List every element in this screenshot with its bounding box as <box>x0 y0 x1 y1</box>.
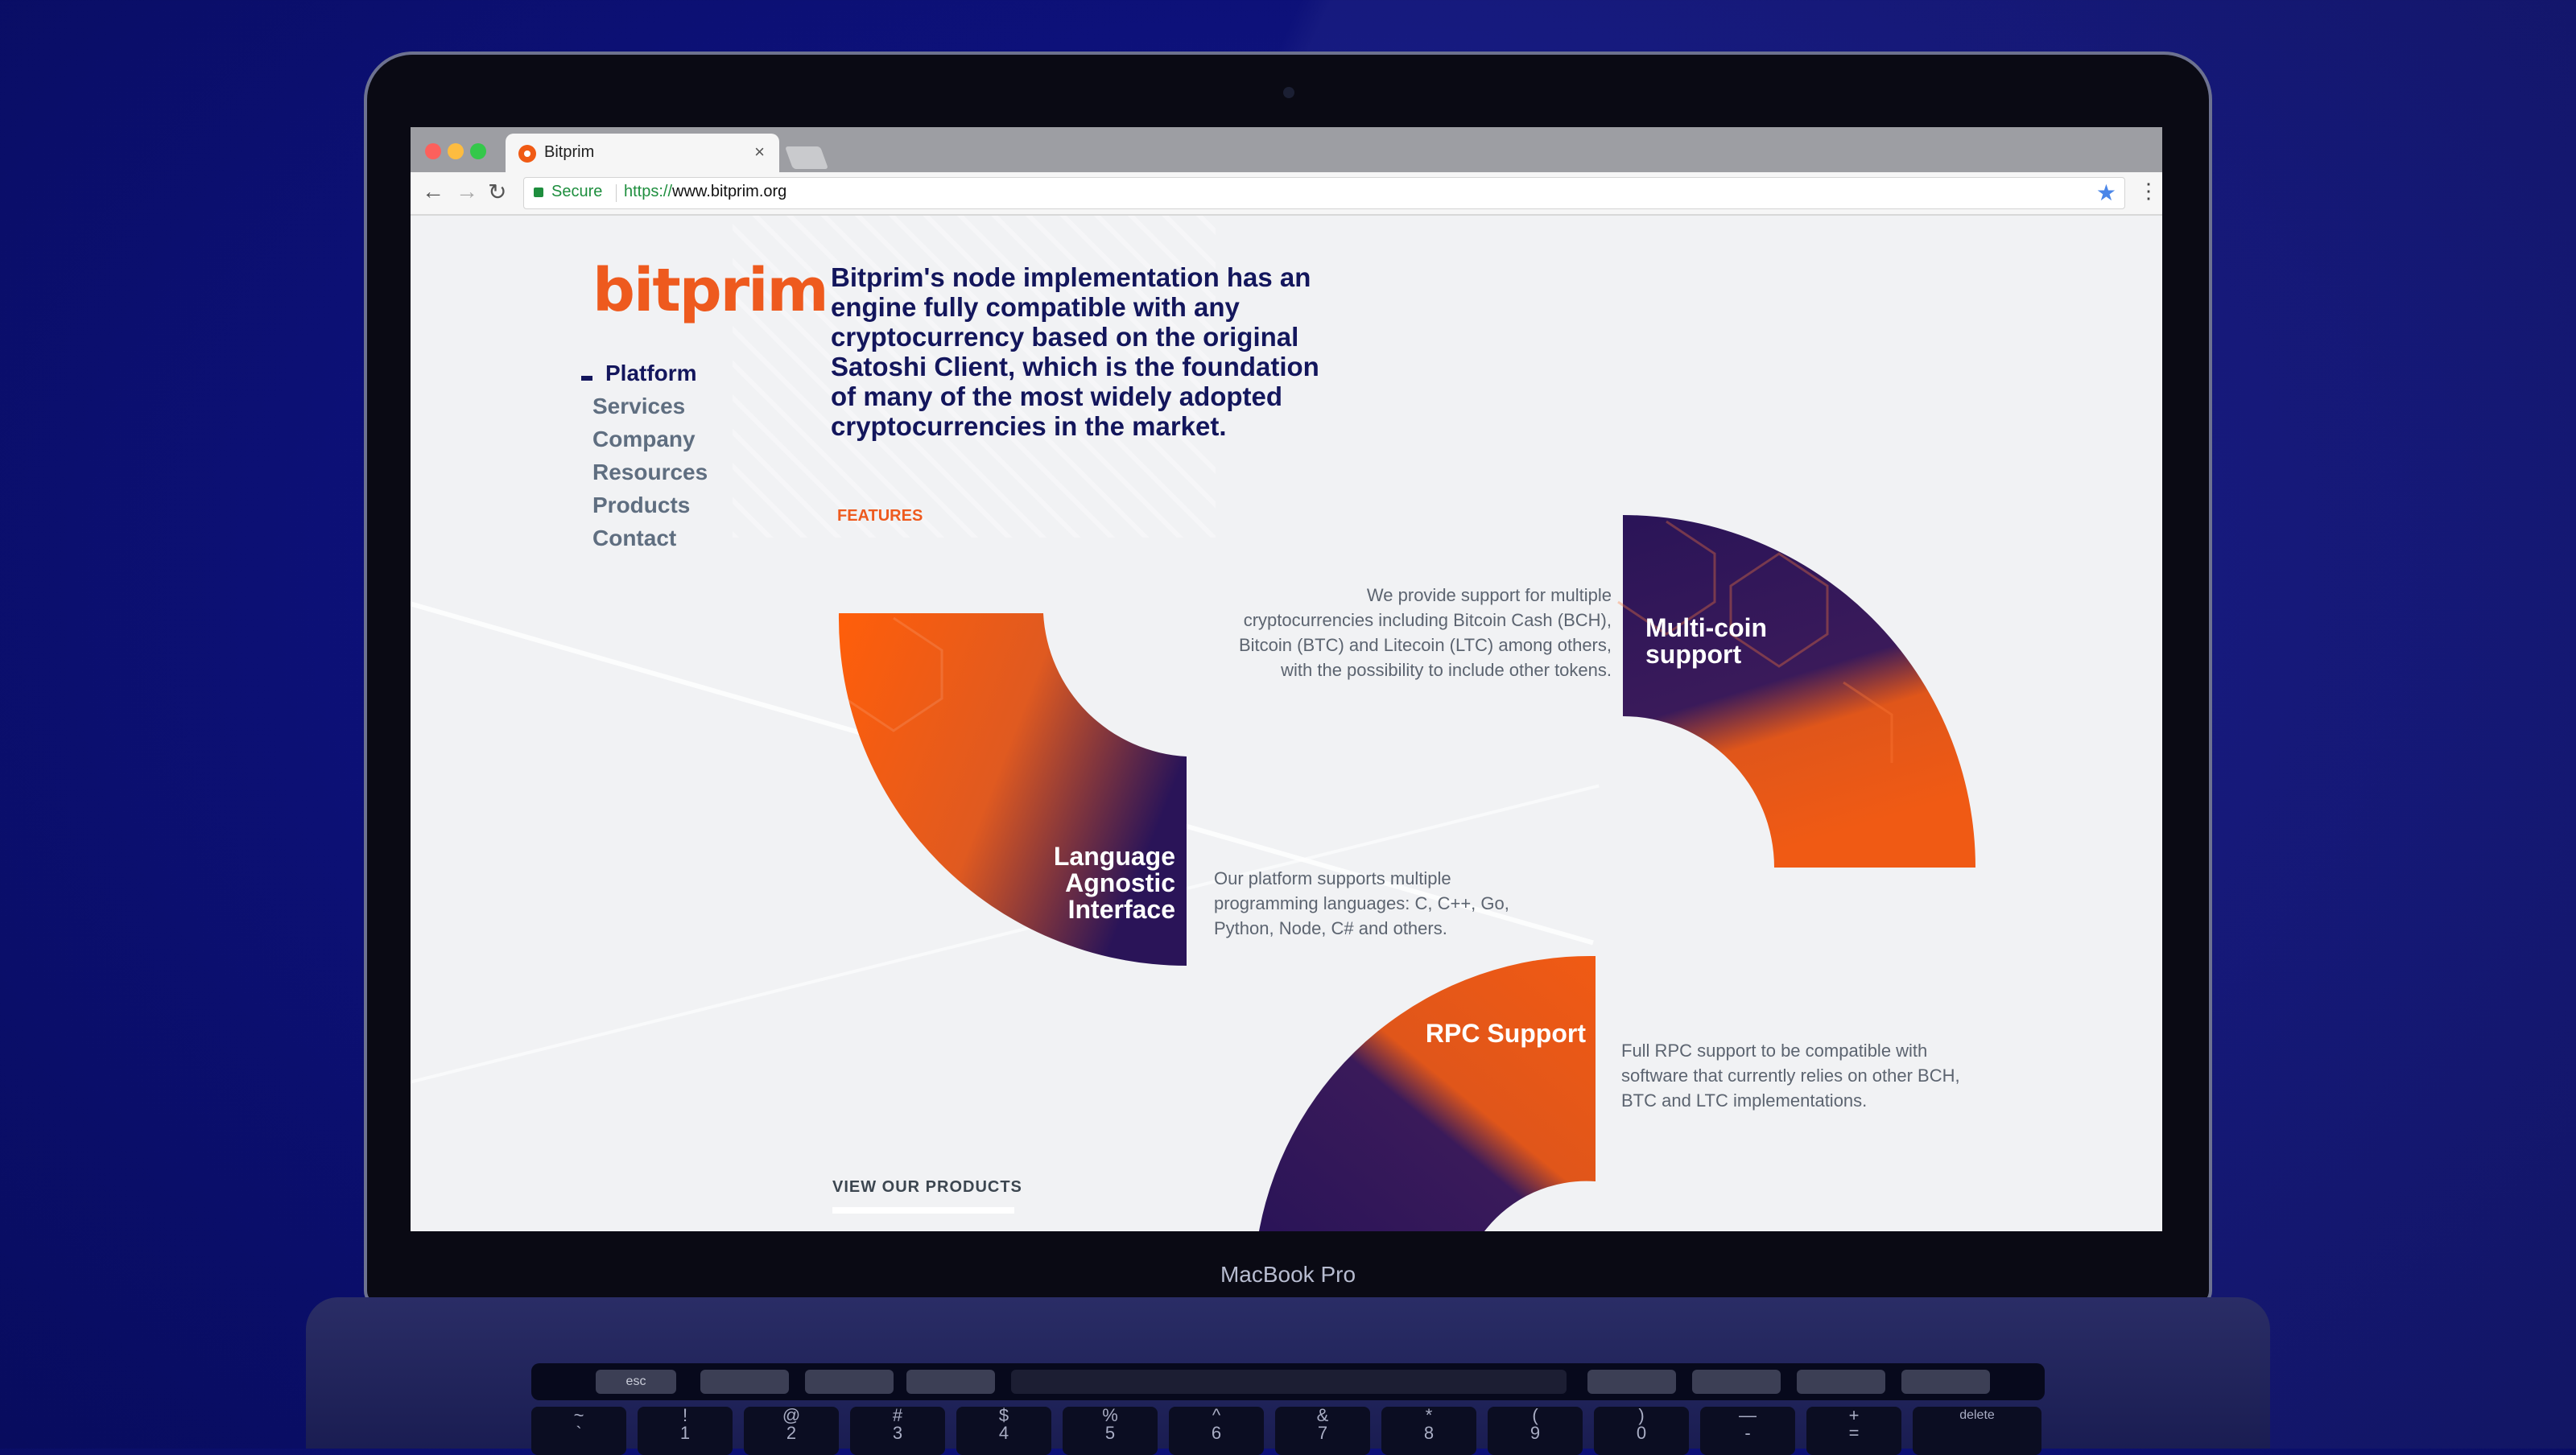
touchbar-key[interactable] <box>805 1370 894 1394</box>
key[interactable]: ! 1 <box>638 1407 733 1455</box>
key-bottom: 7 <box>1317 1423 1328 1443</box>
zoom-window-button[interactable] <box>470 143 486 159</box>
lock-icon <box>534 188 543 197</box>
back-icon[interactable]: ← <box>422 179 444 204</box>
key-bottom: 4 <box>998 1423 1009 1443</box>
key-top: ! <box>682 1405 688 1425</box>
tab-title: Bitprim <box>544 143 595 161</box>
close-window-button[interactable] <box>425 143 441 159</box>
key-top: ) <box>1638 1405 1645 1425</box>
rpc-support-description: Full RPC support to be compatible with s… <box>1621 1041 1960 1111</box>
key[interactable]: * 8 <box>1381 1407 1476 1455</box>
key[interactable]: % 5 <box>1063 1407 1158 1455</box>
favicon-icon <box>518 145 536 163</box>
key-bottom: 2 <box>786 1423 797 1443</box>
number-key-row: ~ ` ! 1 @2 #3 $4 % 5 ^ 6 & 7 * 8 (9 ) 0 — - + = d… <box>531 1407 2045 1455</box>
touchbar-key[interactable] <box>1901 1370 1990 1394</box>
minimize-window-button[interactable] <box>448 143 464 159</box>
key[interactable]: (9 <box>1488 1407 1583 1455</box>
key-bottom: 9 <box>1530 1423 1541 1443</box>
esc-key[interactable]: esc <box>596 1370 676 1394</box>
url-scheme: https:// <box>624 183 673 200</box>
key-top: ( <box>1532 1405 1538 1425</box>
tab-close-icon[interactable]: × <box>754 142 765 163</box>
key-bottom: 3 <box>892 1423 903 1443</box>
language-agnostic-title: Language Agnostic Interface <box>1053 842 1175 924</box>
forward-icon[interactable]: → <box>456 179 478 204</box>
key[interactable]: ~ ` <box>531 1407 626 1455</box>
key[interactable]: ) 0 <box>1594 1407 1689 1455</box>
web-page: bitprim Platform Services Company Resour… <box>411 216 2162 1231</box>
key[interactable]: ^ 6 <box>1169 1407 1264 1455</box>
key[interactable]: #3 <box>850 1407 945 1455</box>
bookmark-star-icon[interactable]: ★ <box>2096 179 2116 206</box>
new-tab-button[interactable] <box>784 146 829 169</box>
key-top: — <box>1739 1405 1757 1425</box>
nav-item-products[interactable]: Products <box>592 493 708 517</box>
key-top: @ <box>782 1405 801 1425</box>
key-bottom: = <box>1848 1423 1860 1443</box>
tab-bar: Bitprim × <box>411 127 2162 172</box>
key-top: # <box>892 1405 903 1425</box>
address-bar[interactable]: Secure https://www.bitprim.org ★ <box>523 177 2125 209</box>
rpc-support-title: RPC Support <box>1425 1019 1586 1048</box>
nav-item-contact[interactable]: Contact <box>592 526 708 550</box>
nav-item-resources[interactable]: Resources <box>592 460 708 484</box>
screen: Bitprim × ← → ↻ Secure https://www.bitpr… <box>411 127 2162 1231</box>
nav-item-platform[interactable]: Platform <box>605 361 708 385</box>
key-bottom: - <box>1744 1423 1751 1443</box>
key-top: $ <box>998 1405 1009 1425</box>
features-label: FEATURES <box>837 507 923 525</box>
touchbar-key[interactable] <box>1797 1370 1885 1394</box>
view-products-link[interactable]: VIEW OUR PRODUCTS <box>832 1178 1022 1197</box>
nav-item-company[interactable]: Company <box>592 427 708 451</box>
key-top: ^ <box>1212 1405 1221 1425</box>
touchbar-key[interactable] <box>700 1370 789 1394</box>
key-bottom: 8 <box>1423 1423 1435 1443</box>
nav-item-services[interactable]: Services <box>592 394 708 418</box>
touchbar-scrubber[interactable] <box>1011 1370 1567 1394</box>
touchbar-key[interactable] <box>1587 1370 1676 1394</box>
delete-key[interactable]: delete <box>1913 1407 2041 1455</box>
secure-label: Secure <box>551 183 603 200</box>
view-products-underline <box>832 1207 1014 1214</box>
reload-icon[interactable]: ↻ <box>488 179 506 205</box>
browser-menu-icon[interactable]: ⋮ <box>2138 179 2159 204</box>
browser-tab[interactable]: Bitprim × <box>506 134 779 172</box>
rpc-support-graphic <box>1259 955 1596 1231</box>
main-nav: Platform Services Company Resources Prod… <box>592 361 708 559</box>
page-headline: Bitprim's node implementation has an eng… <box>831 262 1319 441</box>
multi-coin-title: Multi-coin support <box>1645 613 1768 669</box>
device-label: MacBook Pro <box>1220 1262 1356 1287</box>
multi-coin-description: We provide support for multiple cryptocu… <box>1239 585 1612 680</box>
key-top: + <box>1848 1405 1860 1425</box>
key-bottom: 5 <box>1104 1423 1116 1443</box>
bitprim-logo[interactable]: bitprim <box>592 256 829 325</box>
touchbar-key[interactable] <box>906 1370 995 1394</box>
key-top: & <box>1316 1405 1329 1425</box>
key[interactable]: & 7 <box>1275 1407 1370 1455</box>
key-top: ~ <box>573 1405 584 1425</box>
language-agnostic-description: Our platform supports multiple programmi… <box>1214 868 1509 938</box>
key[interactable]: $4 <box>956 1407 1051 1455</box>
key[interactable]: — - <box>1700 1407 1795 1455</box>
key-bottom: delete <box>1959 1408 1995 1422</box>
key-bottom: ` <box>576 1423 582 1443</box>
key[interactable]: + = <box>1806 1407 1901 1455</box>
key[interactable]: @2 <box>744 1407 839 1455</box>
browser-toolbar: ← → ↻ Secure https://www.bitprim.org ★ ⋮ <box>411 172 2162 216</box>
url-text[interactable]: https://www.bitprim.org <box>624 183 786 201</box>
camera <box>1283 87 1294 98</box>
key-bottom: 6 <box>1211 1423 1222 1443</box>
active-nav-marker <box>581 376 592 381</box>
touchbar-key[interactable] <box>1692 1370 1781 1394</box>
url-host: www.bitprim.org <box>672 183 787 200</box>
key-top: % <box>1102 1405 1118 1425</box>
address-separator <box>616 184 617 202</box>
key-top: * <box>1425 1405 1433 1425</box>
key-bottom: 1 <box>679 1423 691 1443</box>
key-bottom: 0 <box>1636 1423 1647 1443</box>
